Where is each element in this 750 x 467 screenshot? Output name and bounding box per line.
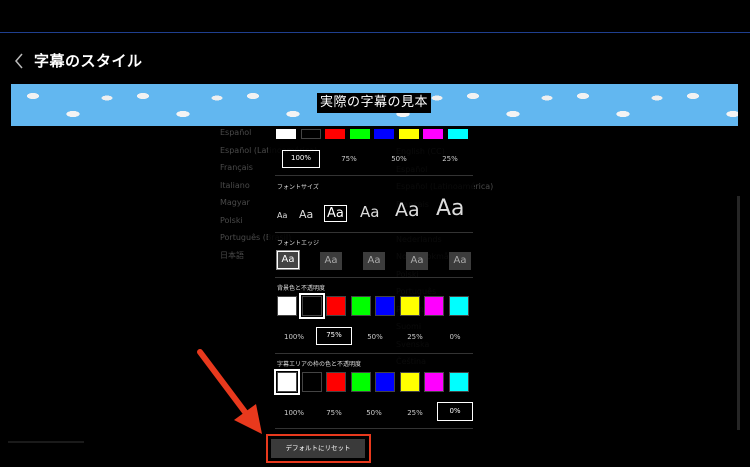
color-swatch-black[interactable] [301, 372, 322, 392]
reset-default-button[interactable]: デフォルトにリセット [271, 439, 365, 458]
divider [275, 232, 473, 233]
window-color-swatches [274, 369, 473, 395]
text-color-swatches [276, 129, 472, 139]
background-opacity-option[interactable]: 75% [316, 327, 352, 345]
font-edge-option[interactable]: Aa [449, 252, 471, 270]
color-swatch-blue[interactable] [375, 296, 395, 316]
font-size-option[interactable]: Aa [324, 205, 347, 222]
color-swatch-black[interactable] [300, 129, 321, 139]
color-swatch-green[interactable] [350, 372, 371, 392]
text-opacity-option[interactable]: 50% [384, 155, 414, 163]
color-swatch-red[interactable] [325, 129, 345, 139]
window-color-label: 字幕エリアの枠の色と不透明度 [277, 361, 362, 368]
color-swatch-green[interactable] [350, 296, 371, 316]
color-swatch-green[interactable] [349, 129, 370, 139]
color-swatch-yellow[interactable] [398, 129, 419, 139]
font-size-option[interactable]: Aa [299, 209, 313, 220]
window-opacity-option[interactable]: 75% [319, 409, 349, 417]
color-swatch-yellow[interactable] [399, 296, 420, 316]
header: 字幕のスタイル [0, 40, 750, 84]
font-edge-option[interactable]: Aa [363, 252, 385, 270]
window-opacity-option[interactable]: 25% [400, 409, 430, 417]
background-color-label: 背景色と不透明度 [277, 285, 326, 292]
text-opacity-option[interactable]: 75% [334, 155, 364, 163]
color-swatch-red[interactable] [326, 372, 346, 392]
divider [275, 428, 473, 429]
divider [275, 353, 473, 354]
preview-sample-text: 実際の字幕の見本 [317, 93, 432, 113]
color-swatch-magenta[interactable] [423, 129, 443, 139]
color-swatch-white[interactable] [274, 369, 300, 395]
back-chevron-icon[interactable] [12, 50, 28, 72]
window-opacity-option[interactable]: 50% [359, 409, 389, 417]
color-swatch-yellow[interactable] [399, 372, 420, 392]
divider [275, 277, 473, 278]
font-size-option[interactable]: Aa [436, 198, 465, 220]
font-size-option[interactable]: Aa [395, 201, 420, 220]
font-edge-label: フォントエッジ [277, 240, 320, 247]
window-opacity-option[interactable]: 100% [279, 409, 309, 417]
color-swatch-black[interactable] [298, 293, 325, 319]
background-opacity-option[interactable]: 50% [360, 333, 390, 341]
color-swatch-cyan[interactable] [447, 129, 468, 139]
color-swatch-white[interactable] [277, 296, 297, 316]
text-opacity-option[interactable]: 25% [435, 155, 465, 163]
color-swatch-white[interactable] [276, 129, 296, 139]
divider [275, 175, 473, 176]
color-swatch-blue[interactable] [375, 372, 395, 392]
font-size-label: フォントサイズ [277, 184, 319, 191]
text-opacity-option[interactable]: 100% [282, 150, 320, 168]
font-edge-option[interactable]: Aa [276, 250, 300, 270]
color-swatch-cyan[interactable] [448, 296, 469, 316]
red-arrow-icon [190, 346, 270, 440]
font-size-option[interactable]: Aa [360, 205, 379, 220]
color-swatch-red[interactable] [326, 296, 346, 316]
color-swatch-magenta[interactable] [424, 372, 444, 392]
background-opacity-option[interactable]: 25% [400, 333, 430, 341]
background-color-swatches [277, 293, 473, 319]
background-opacity-option[interactable]: 100% [279, 333, 309, 341]
window-opacity-option[interactable]: 0% [437, 402, 473, 421]
font-size-option[interactable]: Aa [277, 212, 287, 220]
scrollbar[interactable] [737, 196, 740, 430]
background-opacity-option[interactable]: 0% [440, 333, 470, 341]
font-edge-option[interactable]: Aa [320, 252, 342, 270]
top-border-line [0, 32, 750, 33]
font-edge-option[interactable]: Aa [406, 252, 428, 270]
color-swatch-blue[interactable] [374, 129, 394, 139]
page-title: 字幕のスタイル [34, 52, 143, 70]
color-swatch-magenta[interactable] [424, 296, 444, 316]
color-swatch-cyan[interactable] [448, 372, 469, 392]
background-slider-track [8, 441, 84, 443]
